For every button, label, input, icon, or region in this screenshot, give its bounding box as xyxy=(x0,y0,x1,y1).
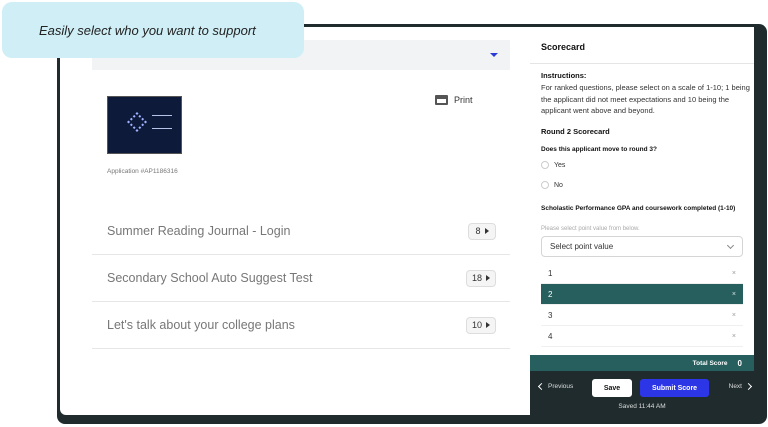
application-thumbnail[interactable] xyxy=(107,96,182,154)
submit-score-button[interactable]: Submit Score xyxy=(640,379,709,397)
play-icon xyxy=(486,275,490,281)
point-value-select[interactable]: Select point value xyxy=(541,236,743,257)
list-item[interactable]: Secondary School Auto Suggest Test 18 xyxy=(92,255,510,302)
application-section-list: Summer Reading Journal - Login 8 Seconda… xyxy=(92,208,510,349)
radio-yes[interactable]: Yes xyxy=(541,161,565,169)
list-item-label: Secondary School Auto Suggest Test xyxy=(107,271,313,285)
option-label: 2 xyxy=(548,289,553,299)
radio-label: Yes xyxy=(554,161,566,169)
callout-banner: Easily select who you want to support xyxy=(2,2,304,58)
page: Easily select who you want to support Pr… xyxy=(0,0,768,427)
logo-text xyxy=(152,115,172,129)
application-id: Application #AP1186316 xyxy=(107,168,178,175)
divider xyxy=(530,63,754,64)
instructions-heading: Instructions: xyxy=(541,71,587,80)
close-icon[interactable]: × xyxy=(732,333,736,340)
total-score-bar: Total Score 0 xyxy=(530,355,754,371)
next-label: Next xyxy=(728,383,742,390)
previous-button[interactable]: Previous xyxy=(537,382,574,391)
count-value: 8 xyxy=(475,226,481,236)
select-placeholder: Select point value xyxy=(550,242,614,251)
count-badge[interactable]: 18 xyxy=(465,269,496,287)
count-value: 18 xyxy=(471,273,482,283)
round-title: Round 2 Scorecard xyxy=(541,127,610,136)
play-icon xyxy=(484,228,489,234)
print-button[interactable]: Print xyxy=(435,95,473,105)
radio-circle[interactable] xyxy=(541,161,549,169)
chevron-left-icon xyxy=(537,382,546,391)
option-label: 4 xyxy=(548,331,553,341)
point-option[interactable]: 3 × xyxy=(541,305,743,326)
print-label: Print xyxy=(454,95,473,105)
close-icon[interactable]: × xyxy=(732,270,736,277)
logo-mark xyxy=(127,112,147,132)
radio-no[interactable]: No xyxy=(541,181,563,189)
next-button[interactable]: Next xyxy=(728,382,753,391)
scorecard-panel: Scorecard Instructions: For ranked quest… xyxy=(530,27,754,355)
option-label: 1 xyxy=(548,268,553,278)
point-option-selected[interactable]: 2 × xyxy=(541,284,743,305)
count-badge[interactable]: 8 xyxy=(468,222,496,240)
count-badge[interactable]: 10 xyxy=(465,316,496,334)
question-move-round: Does this applicant move to round 3? xyxy=(541,146,657,153)
point-option[interactable]: 1 × xyxy=(541,263,743,284)
point-options-list: 1 × 2 × 3 × 4 × xyxy=(541,263,743,347)
close-icon[interactable]: × xyxy=(732,312,736,319)
instructions-text: For ranked questions, please select on a… xyxy=(541,83,750,115)
chevron-right-icon xyxy=(744,382,753,391)
chevron-down-icon xyxy=(726,241,735,249)
play-icon xyxy=(486,322,490,328)
scorecard-title: Scorecard xyxy=(541,42,586,52)
save-button[interactable]: Save xyxy=(592,379,632,397)
list-item-label: Summer Reading Journal - Login xyxy=(107,224,291,238)
previous-label: Previous xyxy=(548,383,574,390)
list-item[interactable]: Summer Reading Journal - Login 8 xyxy=(92,208,510,255)
total-score-label: Total Score xyxy=(692,359,728,367)
chevron-down-icon[interactable] xyxy=(490,53,498,57)
radio-label: No xyxy=(554,181,563,189)
scorecard-nav: Previous Save Submit Score Next Saved 11… xyxy=(530,371,754,415)
point-option[interactable]: 4 × xyxy=(541,326,743,347)
select-hint: Please select point value from below. xyxy=(541,226,640,232)
list-item-label: Let's talk about your college plans xyxy=(107,318,295,332)
option-label: 3 xyxy=(548,310,553,320)
radio-circle[interactable] xyxy=(541,181,549,189)
total-score-value: 0 xyxy=(737,358,742,368)
printer-icon xyxy=(435,95,448,105)
question-scholastic: Scholastic Performance GPA and coursewor… xyxy=(541,205,736,212)
close-icon[interactable]: × xyxy=(732,291,736,298)
count-value: 10 xyxy=(471,320,482,330)
saved-status: Saved 11:44 AM xyxy=(618,403,666,410)
list-item[interactable]: Let's talk about your college plans 10 xyxy=(92,302,510,349)
callout-text: Easily select who you want to support xyxy=(39,22,256,38)
